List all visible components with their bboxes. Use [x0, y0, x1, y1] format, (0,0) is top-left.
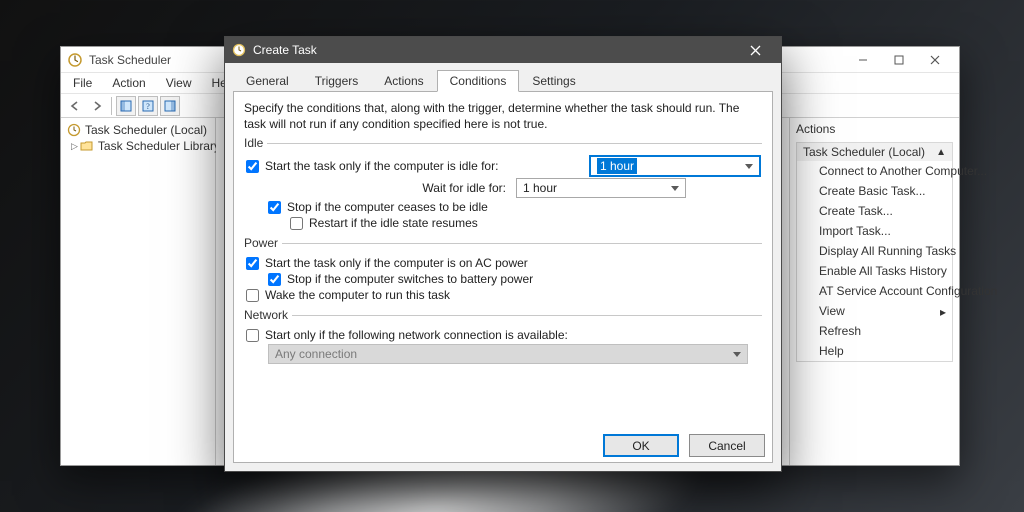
create-task-dialog: Create Task General Triggers Actions Con… — [224, 36, 782, 472]
tab-conditions[interactable]: Conditions — [437, 70, 520, 92]
svg-text:?: ? — [146, 102, 150, 111]
row-ac-power: Start the task only if the computer is o… — [246, 256, 760, 270]
row-network-only: Start only if the following network conn… — [246, 328, 760, 342]
dialog-close-button[interactable] — [735, 38, 775, 62]
label-wait-for-idle: Wait for idle for: — [268, 181, 516, 195]
combo-wait-value: 1 hour — [523, 181, 557, 195]
action-view[interactable]: View ▸ — [797, 301, 952, 321]
forward-icon[interactable] — [87, 96, 107, 116]
dialog-titlebar[interactable]: Create Task — [225, 37, 781, 63]
clock-icon — [67, 52, 83, 68]
toolbar-separator — [111, 97, 112, 115]
action-connect[interactable]: Connect to Another Computer... — [797, 161, 952, 181]
action-atconfig[interactable]: AT Service Account Configuration — [797, 281, 952, 301]
conditions-description: Specify the conditions that, along with … — [244, 100, 762, 132]
action-help[interactable]: Help — [797, 341, 952, 361]
checkbox-battery[interactable] — [268, 273, 281, 286]
action-import[interactable]: Import Task... — [797, 221, 952, 241]
combo-wait-for-idle[interactable]: 1 hour — [516, 178, 686, 198]
actions-group-title: Task Scheduler (Local) — [803, 145, 925, 159]
conditions-page: Specify the conditions that, along with … — [233, 91, 773, 463]
action-create[interactable]: Create Task... — [797, 201, 952, 221]
tab-triggers[interactable]: Triggers — [302, 70, 372, 92]
maximize-button[interactable] — [881, 49, 917, 71]
tab-actions[interactable]: Actions — [371, 70, 436, 92]
label-start-only-if-idle: Start the task only if the computer is i… — [265, 159, 498, 173]
row-restart-idle: Restart if the idle state resumes — [246, 216, 760, 230]
tab-settings[interactable]: Settings — [519, 70, 588, 92]
tree-root-label: Task Scheduler (Local) — [85, 123, 207, 137]
window-controls — [845, 49, 953, 71]
row-stop-if-not-idle: Stop if the computer ceases to be idle — [246, 200, 760, 214]
action-history[interactable]: Enable All Tasks History — [797, 261, 952, 281]
action-running[interactable]: Display All Running Tasks — [797, 241, 952, 261]
actions-group: Task Scheduler (Local) ▲ Connect to Anot… — [796, 142, 953, 362]
actions-pane-title: Actions — [796, 122, 953, 136]
row-battery: Stop if the computer switches to battery… — [246, 272, 760, 286]
power-legend: Power — [244, 236, 282, 250]
label-stop-if-not-idle: Stop if the computer ceases to be idle — [287, 200, 488, 214]
ok-button[interactable]: OK — [603, 434, 679, 457]
action-basic[interactable]: Create Basic Task... — [797, 181, 952, 201]
network-group: Network Start only if the following netw… — [244, 308, 762, 366]
checkbox-wake[interactable] — [246, 289, 259, 302]
show-hide-action-pane-icon[interactable] — [160, 96, 180, 116]
cancel-button[interactable]: Cancel — [689, 434, 765, 457]
show-hide-tree-icon[interactable] — [116, 96, 136, 116]
label-ac-power: Start the task only if the computer is o… — [265, 256, 528, 270]
minimize-button[interactable] — [845, 49, 881, 71]
combo-idle-for-value: 1 hour — [597, 158, 637, 174]
clock-icon — [67, 123, 81, 137]
expander-icon[interactable]: ▷ — [71, 141, 78, 152]
combo-network-connection: Any connection — [268, 344, 748, 364]
menu-view[interactable]: View — [158, 75, 200, 91]
action-view-label: View — [819, 304, 845, 318]
close-button[interactable] — [917, 49, 953, 71]
power-group: Power Start the task only if the compute… — [244, 236, 762, 304]
actions-pane: Actions Task Scheduler (Local) ▲ Connect… — [789, 118, 959, 465]
label-wake: Wake the computer to run this task — [265, 288, 450, 302]
row-idle-only: Start the task only if the computer is i… — [246, 156, 760, 176]
menu-action[interactable]: Action — [104, 75, 153, 91]
tree-child-label: Task Scheduler Library — [98, 139, 220, 153]
checkbox-start-only-if-idle[interactable] — [246, 160, 259, 173]
checkbox-restart-idle[interactable] — [290, 217, 303, 230]
folder-icon — [80, 140, 94, 152]
dialog-title: Create Task — [253, 43, 735, 57]
row-wait-for-idle: Wait for idle for: 1 hour — [246, 178, 760, 198]
combo-network-value: Any connection — [275, 347, 357, 361]
label-network-only: Start only if the following network conn… — [265, 328, 568, 342]
checkbox-stop-if-not-idle[interactable] — [268, 201, 281, 214]
clock-icon — [231, 42, 247, 58]
row-network-combo: Any connection — [246, 344, 760, 364]
idle-legend: Idle — [244, 136, 267, 150]
network-legend: Network — [244, 308, 292, 322]
dialog-tabs: General Triggers Actions Conditions Sett… — [233, 69, 773, 91]
actions-group-header: Task Scheduler (Local) ▲ — [797, 143, 952, 161]
checkbox-ac-power[interactable] — [246, 257, 259, 270]
back-icon[interactable] — [65, 96, 85, 116]
label-battery: Stop if the computer switches to battery… — [287, 272, 533, 286]
chevron-right-icon: ▸ — [940, 305, 946, 319]
combo-idle-for[interactable]: 1 hour — [590, 156, 760, 176]
navigation-tree[interactable]: Task Scheduler (Local) ▷ Task Scheduler … — [61, 118, 216, 465]
checkbox-network-only[interactable] — [246, 329, 259, 342]
tree-child[interactable]: ▷ Task Scheduler Library — [65, 138, 215, 154]
idle-group: Idle Start the task only if the computer… — [244, 136, 762, 232]
tree-root[interactable]: Task Scheduler (Local) — [65, 122, 215, 138]
action-refresh[interactable]: Refresh — [797, 321, 952, 341]
collapse-icon[interactable]: ▲ — [936, 147, 946, 158]
label-restart-idle: Restart if the idle state resumes — [309, 216, 478, 230]
tab-general[interactable]: General — [233, 70, 302, 92]
row-wake: Wake the computer to run this task — [246, 288, 760, 302]
menu-file[interactable]: File — [65, 75, 100, 91]
help-icon[interactable]: ? — [138, 96, 158, 116]
dialog-footer: OK Cancel — [603, 434, 765, 457]
